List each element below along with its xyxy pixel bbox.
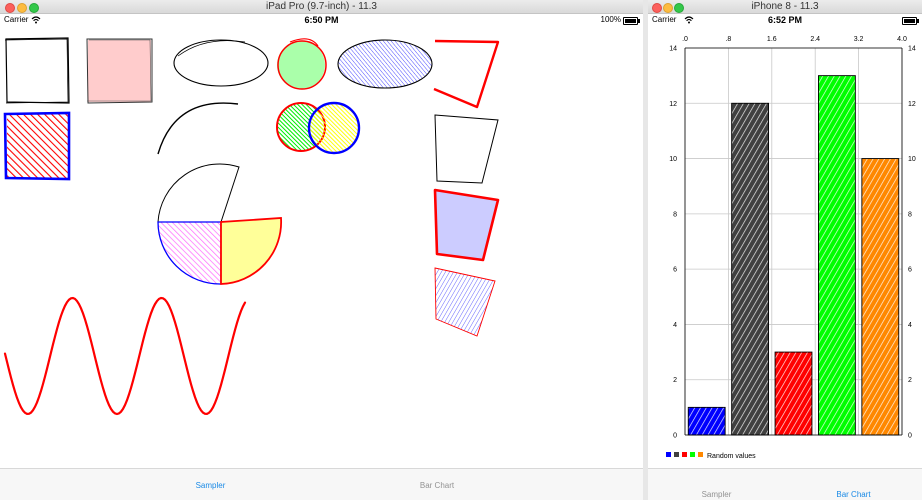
sketch-pie-yellow xyxy=(220,217,282,285)
y-tick-label-right: 4 xyxy=(908,322,912,329)
legend-swatch xyxy=(666,452,671,457)
sketch-filled-rectangle xyxy=(86,38,153,104)
sketch-polygon-hachure xyxy=(434,267,496,337)
battery-icon xyxy=(623,17,640,25)
sketch-pie-violet xyxy=(157,221,222,285)
window-title: iPad Pro (9.7-inch) - 11.3 xyxy=(266,1,377,12)
x-tick-label: 3.2 xyxy=(854,36,864,43)
y-tick-label-left: 8 xyxy=(673,211,677,218)
sketch-rectangle-hachure xyxy=(3,111,71,181)
sketch-arc xyxy=(157,102,239,155)
legend-swatch xyxy=(674,452,679,457)
tab-bar-chart[interactable]: Bar Chart xyxy=(785,469,922,500)
y-tick-label-left: 10 xyxy=(669,156,677,163)
bar-0 xyxy=(687,406,726,436)
tab-label: Sampler xyxy=(701,490,732,499)
ipad-simulator-window: iPad Pro (9.7-inch) - 11.3 Carrier 6:50 … xyxy=(0,0,643,500)
y-tick-label-right: 10 xyxy=(908,156,916,163)
x-tick-label: 4.0 xyxy=(897,36,907,43)
sketch-circle-filled xyxy=(277,38,327,90)
legend-swatch xyxy=(698,452,703,457)
bar-4 xyxy=(861,158,900,436)
y-tick-label-right: 14 xyxy=(908,46,916,53)
ipad-tab-bar: Sampler Bar Chart xyxy=(0,468,643,500)
status-bar: Carrier 6:52 PM xyxy=(648,14,922,26)
sketch-polygon-outline xyxy=(434,114,499,184)
legend-swatch xyxy=(682,452,687,457)
y-tick-label-left: 0 xyxy=(673,433,677,440)
iphone-title-bar: iPhone 8 - 11.3 xyxy=(648,0,922,14)
chart-bars xyxy=(687,75,900,436)
ipad-title-bar: iPad Pro (9.7-inch) - 11.3 xyxy=(0,0,643,14)
y-tick-label-right: 8 xyxy=(908,211,912,218)
window-title: iPhone 8 - 11.3 xyxy=(751,1,819,12)
y-tick-label-right: 6 xyxy=(908,267,912,274)
bar-2 xyxy=(774,351,813,436)
status-time: 6:50 PM xyxy=(304,15,339,25)
status-bar: Carrier 6:50 PM 100% xyxy=(0,14,643,26)
y-tick-label-left: 4 xyxy=(673,322,677,329)
sampler-canvas xyxy=(3,37,500,416)
bar-3 xyxy=(818,75,856,436)
sketch-rectangle xyxy=(4,37,70,104)
bar-chart: 0 0 2 2 4 4 6 6 8 8 10 10 12 12 14 14 .0 .8 1.6 2.4 3.2 4.0 R… xyxy=(666,36,916,460)
x-tick-label: 2.4 xyxy=(810,36,820,43)
y-tick-label-right: 0 xyxy=(908,433,912,440)
x-tick-label: .8 xyxy=(725,36,731,43)
iphone-simulator-window: iPhone 8 - 11.3 Carrier 6:52 PM 0 0 2 2 4 4 6 6… xyxy=(648,0,922,500)
sketch-polyline xyxy=(433,39,500,109)
status-time: 6:52 PM xyxy=(767,15,802,25)
y-tick-label-left: 14 xyxy=(669,46,677,53)
x-tick-label: .0 xyxy=(682,36,688,43)
y-tick-label-left: 6 xyxy=(673,267,677,274)
tab-label: Bar Chart xyxy=(836,490,871,499)
sketch-circle-yellow xyxy=(307,101,361,155)
sketch-ellipse-hachure xyxy=(337,39,433,89)
battery-icon xyxy=(902,17,919,25)
sketch-pie-outline xyxy=(157,163,240,223)
tab-bar-chart[interactable]: Bar Chart xyxy=(331,469,543,500)
chart-legend: Random values xyxy=(666,452,756,460)
battery-percent: 100% xyxy=(600,15,621,24)
y-tick-label-right: 12 xyxy=(908,101,916,108)
bar-1 xyxy=(731,102,769,436)
tab-label: Sampler xyxy=(195,481,226,490)
y-tick-label-left: 2 xyxy=(673,377,677,384)
x-tick-label: 1.6 xyxy=(767,36,777,43)
sketch-ellipse xyxy=(173,39,269,87)
y-tick-label-right: 2 xyxy=(908,377,912,384)
y-tick-label-left: 12 xyxy=(669,101,677,108)
tab-label: Bar Chart xyxy=(419,481,455,490)
legend-label: Random values xyxy=(707,453,756,460)
tab-sampler[interactable]: Sampler xyxy=(648,469,785,500)
legend-swatch xyxy=(690,452,695,457)
iphone-tab-bar: Sampler Bar Chart xyxy=(648,468,922,500)
sketch-polygon-lavender xyxy=(433,188,500,262)
sketch-sine-wave xyxy=(3,296,247,416)
